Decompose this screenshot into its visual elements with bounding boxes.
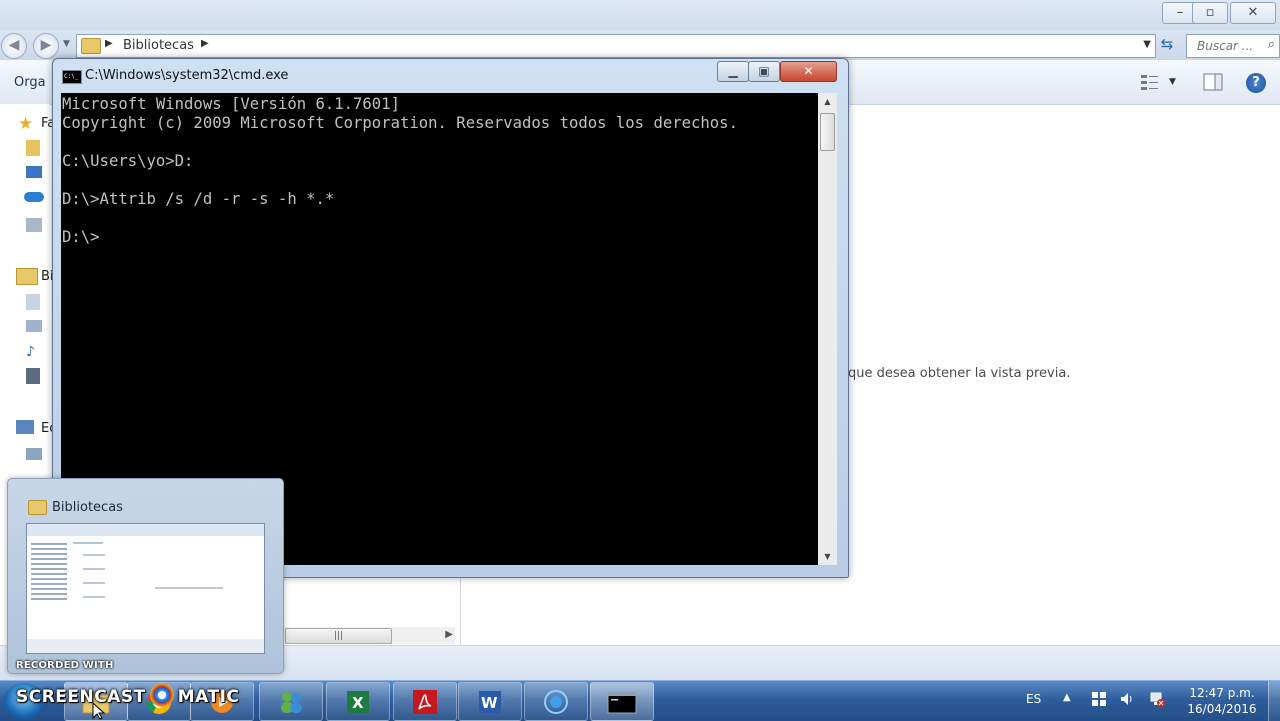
thumbnail-line <box>73 542 103 544</box>
horizontal-scrollbar[interactable]: ||| ▶ <box>283 627 455 644</box>
recorded-with-label: RECORDED WITH <box>16 660 114 671</box>
scroll-up-arrow-icon[interactable]: ▲ <box>818 93 837 110</box>
address-row: ◀ ▶ ▼ ▶ Bibliotecas ▶ ▼ ⇆ ⌕ <box>0 30 1280 60</box>
breadcrumb-bibliotecas[interactable]: Bibliotecas <box>123 38 194 53</box>
skydrive-cloud-icon[interactable] <box>24 192 44 202</box>
network-disconnected-icon[interactable] <box>1149 691 1165 707</box>
console-text: Microsoft Windows [Versión 6.1.7601] Cop… <box>62 95 738 246</box>
favorites-star-icon[interactable]: ★ <box>18 114 40 134</box>
explorer-close-button[interactable]: ✕ <box>1230 2 1276 24</box>
libraries-folder-icon[interactable] <box>16 268 38 285</box>
scrollbar-thumb[interactable]: ||| <box>285 628 392 644</box>
breadcrumb-arrow-icon[interactable]: ▶ <box>201 38 209 49</box>
excel-icon: X <box>347 691 369 713</box>
console-vertical-scrollbar[interactable]: ▲ ▼ <box>818 93 837 565</box>
taskbar-thumbnail-preview[interactable]: Bibliotecas <box>7 478 284 674</box>
forward-button[interactable]: ▶ <box>33 33 59 59</box>
show-hidden-icons-icon[interactable]: ▲ <box>1063 692 1071 703</box>
thumbnail-line <box>83 568 105 570</box>
taskbar-word-button[interactable]: W <box>458 682 522 721</box>
clock-time: 12:47 p.m. <box>1189 686 1255 700</box>
back-button[interactable]: ◀ <box>1 33 27 59</box>
watermark-brand-left: SCREENCAST <box>16 687 146 707</box>
show-desktop-button[interactable] <box>1268 681 1280 721</box>
thumbnail-message <box>155 587 223 589</box>
cmd-close-button[interactable]: ✕ <box>780 61 837 82</box>
recent-pages-chevron-icon[interactable]: ▼ <box>63 39 70 49</box>
taskbar-cmd-button[interactable] <box>590 682 654 721</box>
cmd-maximize-button[interactable]: ▣ <box>748 61 780 82</box>
volume-icon[interactable] <box>1119 691 1135 707</box>
desktop-icon[interactable] <box>26 166 42 178</box>
videos-library-icon[interactable] <box>26 368 40 384</box>
thumbnail-line <box>83 554 105 556</box>
explorer-titlebar: – ▫ ✕ <box>0 0 1280 30</box>
cmd-window-title: C:\Windows\system32\cmd.exe <box>85 68 289 83</box>
search-input[interactable] <box>1195 38 1259 54</box>
library-folder-icon <box>81 38 101 54</box>
search-box[interactable]: ⌕ <box>1186 34 1280 58</box>
language-indicator[interactable]: ES <box>1026 692 1041 706</box>
pane-divider[interactable] <box>460 575 461 645</box>
thumbnail-line <box>83 582 105 584</box>
cmd-app-icon[interactable]: C:\_ <box>62 70 82 84</box>
preview-pane-message: que desea obtener la vista previa. <box>848 366 1071 381</box>
watermark-brand-right: MATIC <box>177 687 240 707</box>
clock-date: 16/04/2016 <box>1187 702 1257 716</box>
cmd-minimize-button[interactable]: ▁ <box>717 61 749 82</box>
taskbar-excel-button[interactable]: X <box>326 682 390 721</box>
help-icon[interactable]: ? <box>1246 73 1266 93</box>
pictures-library-icon[interactable] <box>26 320 42 332</box>
thumbnail-sidebar <box>31 540 67 635</box>
thumbnail-line <box>83 596 105 598</box>
action-center-flag-icon[interactable] <box>1091 691 1107 707</box>
taskbar-messenger-button[interactable] <box>259 682 323 721</box>
word-icon: W <box>479 691 501 713</box>
thumbnail-title: Bibliotecas <box>52 500 123 515</box>
thumbnail-image[interactable] <box>26 523 265 654</box>
preview-pane-icon[interactable] <box>1203 73 1223 91</box>
svg-text:W: W <box>481 694 498 712</box>
music-library-icon[interactable]: ♪ <box>26 344 40 360</box>
drive-icon[interactable] <box>26 448 42 460</box>
explorer-maximize-button[interactable]: ▫ <box>1192 2 1228 24</box>
scroll-down-arrow-icon[interactable]: ▼ <box>818 548 837 565</box>
scroll-right-arrow-icon[interactable]: ▶ <box>445 629 453 640</box>
recent-places-icon[interactable] <box>26 218 42 232</box>
address-bar[interactable]: ▶ Bibliotecas ▶ ▼ <box>76 34 1156 58</box>
adobe-reader-icon <box>413 690 437 714</box>
view-options-icon[interactable] <box>1140 73 1160 91</box>
breadcrumb-arrow-icon[interactable]: ▶ <box>105 38 113 49</box>
address-dropdown-icon[interactable]: ▼ <box>1143 39 1151 50</box>
media-center-icon <box>544 690 568 714</box>
screencast-watermark: SCREENCAST MATIC <box>16 683 239 707</box>
cmd-icon <box>607 691 637 714</box>
view-dropdown-icon[interactable]: ▼ <box>1169 77 1176 87</box>
organize-menu[interactable]: Orga <box>14 75 46 90</box>
thumbnail-folder-icon <box>28 500 47 515</box>
taskbar-adobe-reader-button[interactable] <box>393 682 457 721</box>
search-icon: ⌕ <box>1267 37 1275 52</box>
thumbnail-titlebar <box>27 524 264 536</box>
computer-icon[interactable] <box>16 420 34 434</box>
system-clock[interactable]: 12:47 p.m. 16/04/2016 <box>1180 685 1264 717</box>
refresh-icon[interactable]: ⇆ <box>1157 35 1177 55</box>
downloads-folder-icon[interactable] <box>26 140 40 156</box>
console-scrollbar-thumb[interactable] <box>820 113 835 151</box>
mouse-cursor-icon <box>92 702 106 720</box>
taskbar-media-center-button[interactable] <box>524 682 588 721</box>
thumbnail-details-bar <box>27 639 264 653</box>
documents-library-icon[interactable] <box>26 294 40 310</box>
screencast-logo-icon <box>149 683 174 707</box>
messenger-people-icon <box>281 692 302 713</box>
svg-text:X: X <box>352 694 364 712</box>
